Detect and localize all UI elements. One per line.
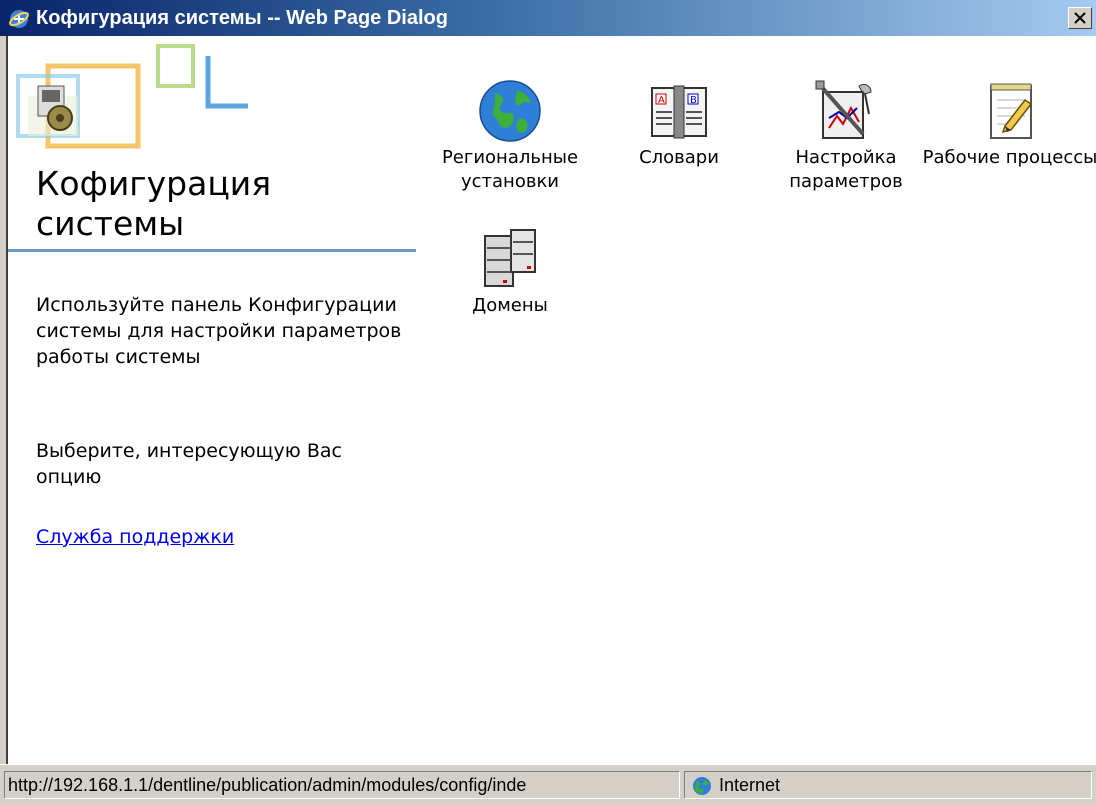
window-title: Кофигурация системы -- Web Page Dialog — [36, 7, 448, 29]
svg-text:A: A — [658, 95, 665, 106]
hint-text: Выберите, интересующую Вас опцию — [36, 440, 342, 488]
title-bar[interactable]: Кофигурация системы -- Web Page Dialog — [0, 0, 1096, 36]
workflows-item[interactable]: Рабочие процессы — [920, 78, 1096, 170]
settings-tools-icon — [815, 80, 872, 139]
regional-settings-item[interactable]: Региональные установки — [420, 78, 600, 194]
status-bar: http://192.168.1.1/dentline/publication/… — [0, 764, 1096, 805]
security-zone: Internet — [684, 771, 1092, 799]
notepad-pencil-icon — [990, 83, 1033, 139]
parameters-settings-item[interactable]: Настройка параметров — [756, 78, 936, 194]
close-icon — [1074, 12, 1086, 24]
panel-title: Кофигурация системы — [36, 164, 272, 243]
globe-icon — [479, 80, 541, 142]
ie-icon — [9, 10, 29, 28]
status-url: http://192.168.1.1/dentline/publication/… — [4, 771, 680, 799]
divider — [8, 249, 416, 252]
domains-item[interactable]: Домены — [420, 226, 600, 318]
item-label: Региональные установки — [441, 147, 579, 192]
svg-text:B: B — [690, 95, 697, 106]
servers-icon — [484, 229, 536, 287]
item-label: Домены — [472, 295, 548, 316]
support-link[interactable]: Служба поддержки — [36, 526, 234, 548]
dictionaries-item[interactable]: A B Словари — [594, 78, 764, 170]
zone-label: Internet — [719, 775, 781, 795]
dictionary-book-icon: A B — [651, 85, 707, 139]
dialog-content: Кофигурация системы Используйте панель К… — [6, 36, 1096, 764]
item-label: Настройка параметров — [789, 147, 903, 192]
internet-globe-icon — [693, 777, 711, 795]
description-text: Используйте панель Конфигурации системы … — [36, 294, 402, 368]
sidebar: Кофигурация системы Используйте панель К… — [8, 36, 418, 764]
config-gear-icon — [16, 44, 248, 149]
item-label: Словари — [639, 147, 719, 168]
close-button[interactable] — [1068, 7, 1092, 29]
item-label: Рабочие процессы — [922, 147, 1096, 168]
